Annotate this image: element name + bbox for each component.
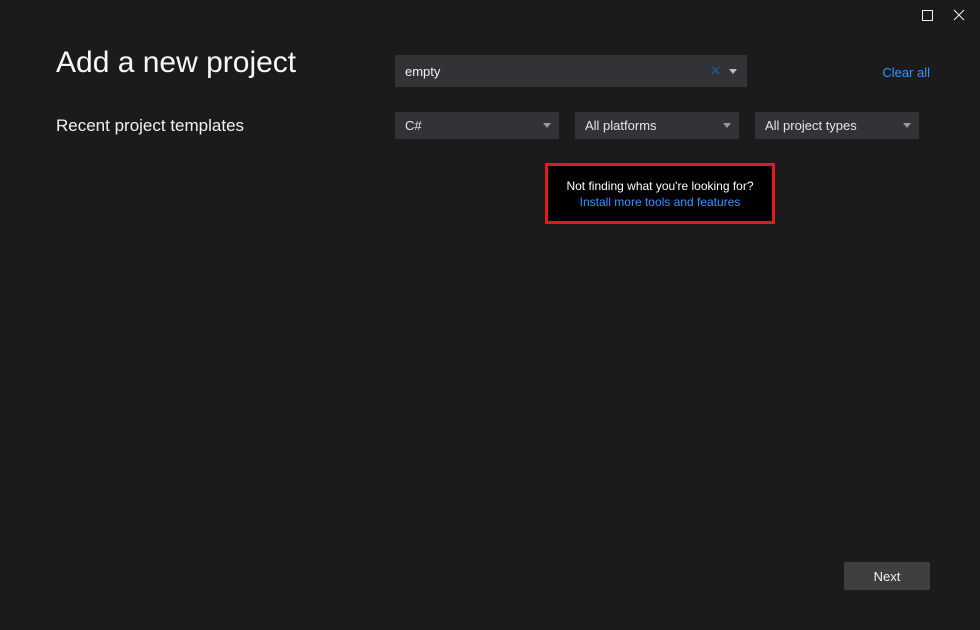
page-title: Add a new project — [56, 46, 296, 80]
chevron-down-icon — [543, 120, 551, 131]
project-type-filter-dropdown[interactable]: All project types — [755, 112, 919, 139]
platform-filter-dropdown[interactable]: All platforms — [575, 112, 739, 139]
next-button[interactable]: Next — [844, 562, 930, 590]
project-type-filter-label: All project types — [765, 118, 857, 133]
clear-search-icon[interactable]: ✕ — [704, 63, 727, 79]
maximize-icon[interactable] — [920, 8, 934, 22]
tip-text: Not finding what you're looking for? — [558, 179, 762, 193]
close-icon[interactable] — [952, 8, 966, 22]
platform-filter-label: All platforms — [585, 118, 657, 133]
install-more-tip: Not finding what you're looking for? Ins… — [545, 163, 775, 224]
search-input[interactable] — [405, 64, 704, 79]
chevron-down-icon — [903, 120, 911, 131]
recent-templates-heading: Recent project templates — [56, 116, 244, 136]
language-filter-label: C# — [405, 118, 422, 133]
chevron-down-icon — [723, 120, 731, 131]
template-search-box[interactable]: ✕ — [395, 55, 747, 87]
clear-all-link[interactable]: Clear all — [882, 65, 930, 80]
install-tools-link[interactable]: Install more tools and features — [558, 195, 762, 209]
language-filter-dropdown[interactable]: C# — [395, 112, 559, 139]
search-dropdown-icon[interactable] — [727, 62, 739, 80]
